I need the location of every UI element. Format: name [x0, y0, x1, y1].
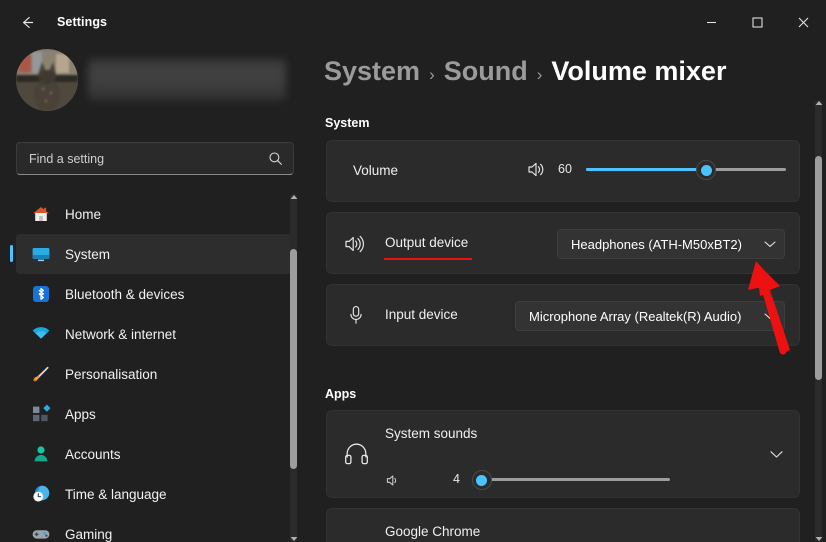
- sidebar-scrollbar-thumb[interactable]: [290, 249, 297, 469]
- system-sounds-name: System sounds: [385, 426, 478, 441]
- sidebar-item-gaming[interactable]: Gaming: [16, 514, 292, 542]
- volume-label: Volume: [353, 163, 399, 178]
- system-sounds-value: 4: [453, 472, 460, 486]
- page-title: Volume mixer: [551, 56, 727, 86]
- maximize-button[interactable]: [734, 0, 780, 44]
- sidebar-item-accounts[interactable]: Accounts: [16, 434, 292, 474]
- sidebar-scrollbar[interactable]: [286, 194, 300, 542]
- person-icon: [26, 442, 56, 466]
- system-monitor-icon: [26, 242, 56, 266]
- search-input[interactable]: [29, 151, 268, 166]
- system-sounds-slider-thumb[interactable]: [471, 470, 492, 490]
- input-device-dropdown[interactable]: Microphone Array (Realtek(R) Audio): [515, 301, 785, 331]
- sidebar-scroll-up-button[interactable]: [289, 192, 298, 201]
- main-scrollbar[interactable]: [810, 100, 826, 542]
- avatar: [16, 49, 78, 111]
- speaker-wave-icon: [344, 235, 364, 258]
- input-device-label: Input device: [385, 307, 458, 322]
- breadcrumb-item-sound[interactable]: Sound: [444, 56, 528, 87]
- breadcrumb-item-system[interactable]: System: [324, 56, 420, 87]
- sidebar-item-label: Gaming: [65, 526, 113, 542]
- back-button[interactable]: [9, 7, 45, 37]
- close-icon: [798, 17, 808, 27]
- system-sounds-expand-button[interactable]: [761, 439, 791, 469]
- window-controls: [688, 0, 826, 44]
- sidebar-item-label: Network & internet: [65, 326, 177, 342]
- sidebar-item-label: Apps: [65, 406, 96, 422]
- chevron-down-icon: [769, 450, 783, 458]
- output-device-card: Output device Headphones (ATH-M50xBT2): [326, 212, 800, 274]
- google-chrome-name: Google Chrome: [385, 524, 481, 539]
- bluetooth-icon: [26, 282, 56, 306]
- home-icon: [26, 202, 56, 226]
- sidebar-item-label: Time & language: [65, 486, 167, 502]
- main-content: System › Sound › Volume mixer System Vol…: [310, 44, 826, 542]
- wifi-icon: [26, 322, 56, 346]
- main-scroll-down-button[interactable]: [814, 534, 823, 542]
- user-profile[interactable]: [16, 49, 286, 111]
- system-sounds-card[interactable]: System sounds 4: [326, 410, 800, 498]
- system-sounds-slider-track[interactable]: [474, 478, 670, 481]
- sidebar-item-label: Bluetooth & devices: [65, 286, 185, 302]
- system-sounds-slider[interactable]: [471, 470, 670, 490]
- section-heading-apps: Apps: [325, 387, 357, 401]
- minimize-button[interactable]: [688, 0, 734, 44]
- main-scroll-up-button[interactable]: [814, 98, 823, 107]
- volume-card: Volume 60: [326, 140, 800, 202]
- volume-slider-thumb[interactable]: [696, 160, 716, 180]
- sidebar: Home System: [0, 44, 310, 542]
- account-name-redacted: [88, 59, 286, 101]
- search-icon: [269, 152, 282, 165]
- sidebar-item-home[interactable]: Home: [16, 194, 292, 234]
- chevron-down-icon: [764, 240, 776, 248]
- section-heading-system: System: [325, 116, 370, 130]
- sidebar-item-label: Home: [65, 206, 102, 222]
- title-bar: Settings: [0, 0, 826, 44]
- speaker-wave-icon: [527, 161, 546, 183]
- volume-slider-fill: [586, 168, 706, 171]
- output-device-value: Headphones (ATH-M50xBT2): [571, 236, 742, 252]
- search-box[interactable]: [16, 142, 294, 175]
- breadcrumb-separator-icon: ›: [536, 65, 543, 84]
- settings-window: Settings Find a setting Home System Blue…: [0, 0, 826, 542]
- input-device-card: Input device Microphone Array (Realtek(R…: [326, 284, 800, 346]
- volume-value: 60: [558, 162, 572, 176]
- close-button[interactable]: [780, 0, 826, 44]
- apps-icon: [26, 402, 56, 426]
- chevron-down-icon: [764, 312, 776, 320]
- headphones-icon: [344, 442, 369, 470]
- back-arrow-icon: [22, 16, 33, 28]
- gamepad-icon: [26, 522, 56, 542]
- sidebar-nav: Home System Bluetooth & devices Network …: [0, 194, 300, 542]
- main-scrollbar-thumb[interactable]: [815, 156, 822, 380]
- sidebar-item-label: Personalisation: [65, 366, 158, 382]
- sidebar-scroll-down-button[interactable]: [289, 534, 298, 542]
- sidebar-item-system[interactable]: System: [10, 234, 292, 274]
- sidebar-item-network-internet[interactable]: Network & internet: [16, 314, 292, 354]
- paintbrush-icon: [26, 362, 56, 386]
- sidebar-item-bluetooth-devices[interactable]: Bluetooth & devices: [16, 274, 292, 314]
- sidebar-item-apps[interactable]: Apps: [16, 394, 292, 434]
- volume-slider[interactable]: [586, 160, 786, 180]
- output-device-label: Output device: [385, 235, 469, 250]
- microphone-icon: [349, 305, 363, 330]
- window-title: Settings: [57, 15, 108, 29]
- search-container: [16, 142, 294, 175]
- speaker-low-icon: [386, 474, 400, 492]
- maximize-icon: [751, 16, 763, 28]
- sidebar-item-time-language[interactable]: Time & language: [16, 474, 292, 514]
- minimize-icon: [706, 21, 716, 23]
- input-device-value: Microphone Array (Realtek(R) Audio): [529, 308, 742, 324]
- sidebar-item-label: System: [65, 246, 111, 262]
- output-device-dropdown[interactable]: Headphones (ATH-M50xBT2): [557, 229, 785, 259]
- clock-globe-icon: [26, 482, 56, 506]
- sidebar-item-label: Accounts: [65, 446, 121, 462]
- avatar-photo-icon: [16, 49, 78, 111]
- breadcrumb-separator-icon: ›: [429, 65, 435, 84]
- breadcrumb: System › Sound › Volume mixer: [324, 56, 726, 87]
- google-chrome-card[interactable]: Google Chrome: [326, 508, 800, 542]
- sidebar-item-personalisation[interactable]: Personalisation: [16, 354, 292, 394]
